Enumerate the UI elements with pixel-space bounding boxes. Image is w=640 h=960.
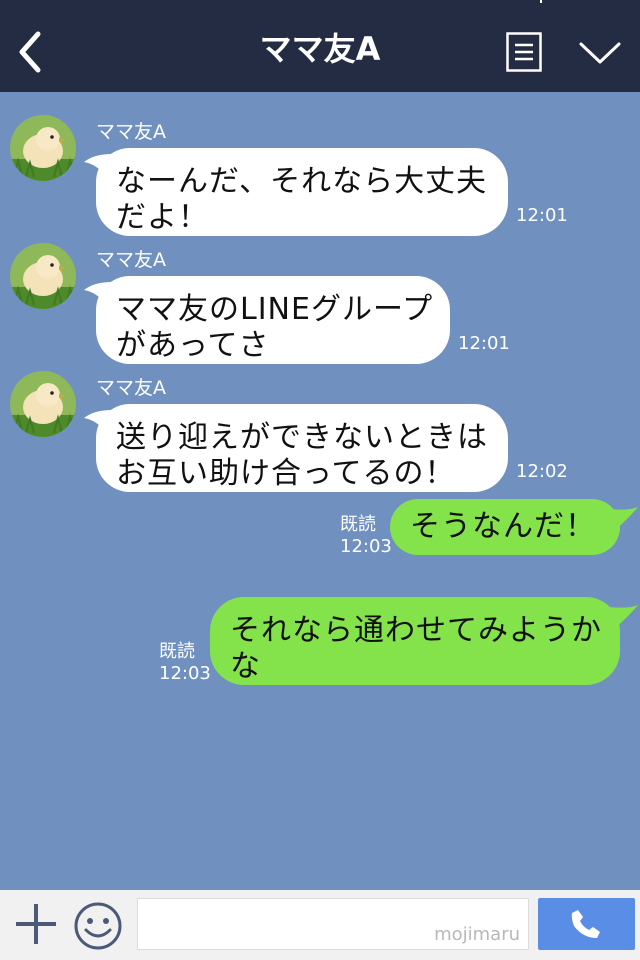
message-time: 12:03	[159, 663, 211, 684]
watermark-text: mojimaru	[434, 924, 520, 945]
message-text: そうなんだ！	[410, 509, 596, 544]
message-text: 送り迎えができないときは	[116, 420, 488, 455]
read-receipt: 既読	[340, 514, 376, 535]
chevron-down-icon[interactable]	[578, 38, 622, 68]
bubble-tail	[608, 605, 638, 629]
smiley-icon[interactable]	[73, 901, 123, 951]
message-bubble[interactable]: ママ友のLINEグループ があってさ	[96, 276, 450, 364]
avatar-chick-icon[interactable]	[10, 115, 76, 181]
phone-icon	[571, 910, 600, 938]
message-text: ママ友のLINEグループ	[116, 292, 434, 327]
message-bubble[interactable]: それなら通わせてみようか な	[210, 597, 620, 685]
plus-icon[interactable]	[14, 902, 58, 946]
read-receipt: 既読	[159, 641, 195, 662]
message-text: があってさ	[116, 328, 270, 363]
message-bubble[interactable]: そうなんだ！	[390, 499, 620, 555]
message-time: 12:01	[516, 205, 568, 226]
message-text: なーんだ、それなら大丈夫	[116, 164, 488, 199]
message-text: な	[230, 649, 261, 684]
avatar-chick-icon[interactable]	[10, 371, 76, 437]
message-bubble[interactable]: 送り迎えができないときは お互い助け合ってるの！	[96, 404, 508, 492]
message-input[interactable]: mojimaru	[137, 898, 529, 950]
avatar-chick-icon[interactable]	[10, 243, 76, 309]
sender-name: ママ友A	[96, 377, 166, 399]
message-time: 12:02	[516, 461, 568, 482]
menu-list-icon[interactable]	[506, 32, 542, 72]
message-bubble[interactable]: なーんだ、それなら大丈夫 だよ！	[96, 148, 508, 236]
message-text: それなら通わせてみようか	[230, 613, 602, 648]
sender-name: ママ友A	[96, 121, 166, 143]
sender-name: ママ友A	[96, 249, 166, 271]
call-button[interactable]	[538, 898, 635, 950]
message-time: 12:01	[458, 333, 510, 354]
message-text: だよ！	[116, 200, 209, 235]
bubble-tail	[608, 507, 638, 531]
message-time: 12:03	[340, 536, 392, 557]
message-text: お互い助け合ってるの！	[116, 456, 456, 491]
chat-title: ママ友A	[259, 30, 381, 68]
